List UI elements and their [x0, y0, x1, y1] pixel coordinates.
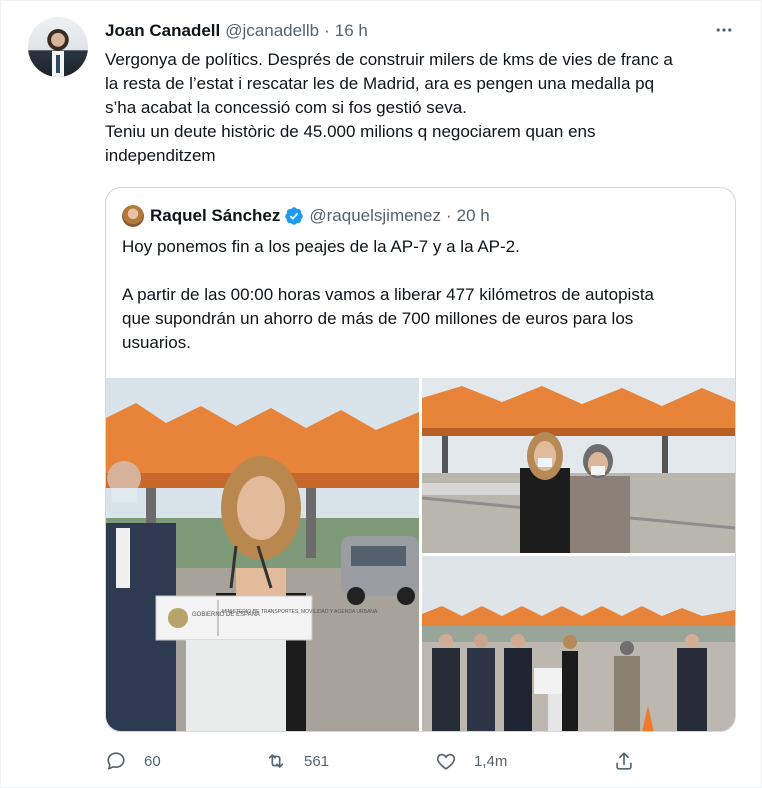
- quoted-text: Hoy ponemos fin a los peajes de la AP-7 …: [122, 235, 722, 355]
- photo-group-officials[interactable]: [422, 556, 735, 731]
- quoted-text-line: usuarios.: [122, 333, 191, 352]
- quoted-header: Raquel Sánchez @raquelsjimenez · 20 h: [122, 204, 490, 228]
- quoted-separator: ·: [445, 206, 452, 225]
- tweet-text: Vergonya de polítics. Després de constru…: [105, 48, 745, 168]
- author-name[interactable]: Joan Canadell: [105, 21, 220, 41]
- like-icon: [436, 753, 456, 770]
- tweet-text-line: independitzem: [105, 146, 216, 165]
- tweet-text-line: Vergonya de polítics. Després de constru…: [105, 50, 673, 69]
- retweet-button[interactable]: 561: [265, 745, 329, 777]
- tweet[interactable]: Joan Canadell @jcanadellb · 16 h Vergony…: [0, 0, 762, 788]
- quoted-avatar[interactable]: [122, 205, 144, 227]
- lectern-sign-right: MINISTERIO DE TRANSPORTES, MOVILIDAD Y A…: [222, 609, 378, 615]
- retweet-icon: [268, 754, 284, 768]
- reply-count: 60: [144, 752, 161, 770]
- quoted-text-line: que supondrán un ahorro de más de 700 mi…: [122, 309, 634, 328]
- photo-two-women-toll[interactable]: [422, 378, 735, 553]
- share-icon: [616, 752, 632, 770]
- photo-minister-lectern[interactable]: GOBIERNO DE ESPAÑA MINISTERIO DE TRANSPO…: [106, 378, 419, 731]
- share-button[interactable]: [613, 745, 635, 777]
- quoted-time[interactable]: 20 h: [457, 206, 490, 226]
- action-bar: 60 561 1,4m: [105, 745, 645, 777]
- like-button[interactable]: 1,4m: [435, 745, 507, 777]
- retweet-count: 561: [304, 752, 330, 770]
- photo-group-officials-image: [422, 556, 735, 731]
- tweet-header: Joan Canadell @jcanadellb · 16 h: [105, 20, 368, 42]
- reply-icon: [107, 752, 125, 770]
- quoted-author-handle[interactable]: @raquelsjimenez: [309, 206, 441, 226]
- verified-icon: [285, 207, 304, 225]
- photo-grid: GOBIERNO DE ESPAÑA MINISTERIO DE TRANSPO…: [106, 378, 735, 731]
- reply-button[interactable]: 60: [105, 745, 161, 777]
- photo-two-women-toll-image: [422, 378, 735, 553]
- photo-minister-lectern-image: GOBIERNO DE ESPAÑA MINISTERIO DE TRANSPO…: [106, 378, 419, 731]
- tweet-text-line: s’ha acabat la concessió com si fos gest…: [105, 98, 467, 117]
- quoted-tweet[interactable]: Raquel Sánchez @raquelsjimenez · 20 h Ho…: [105, 187, 736, 732]
- tweet-text-line: la resta de l’estat i rescatar les de Ma…: [105, 74, 655, 93]
- header-separator: ·: [324, 21, 330, 40]
- author-avatar[interactable]: [28, 17, 88, 77]
- like-count: 1,4m: [474, 752, 508, 770]
- tweet-time[interactable]: 16 h: [335, 21, 368, 41]
- quoted-author-name[interactable]: Raquel Sánchez: [150, 206, 280, 226]
- quoted-text-paragraph: Hoy ponemos fin a los peajes de la AP-7 …: [122, 237, 520, 256]
- avatar-tie: [56, 55, 60, 73]
- quoted-text-line: A partir de las 00:00 horas vamos a libe…: [122, 285, 655, 304]
- tweet-text-line: Teniu un deute històric de 45.000 milion…: [105, 122, 596, 141]
- author-handle[interactable]: @jcanadellb: [225, 21, 319, 41]
- more-icon[interactable]: [713, 19, 735, 41]
